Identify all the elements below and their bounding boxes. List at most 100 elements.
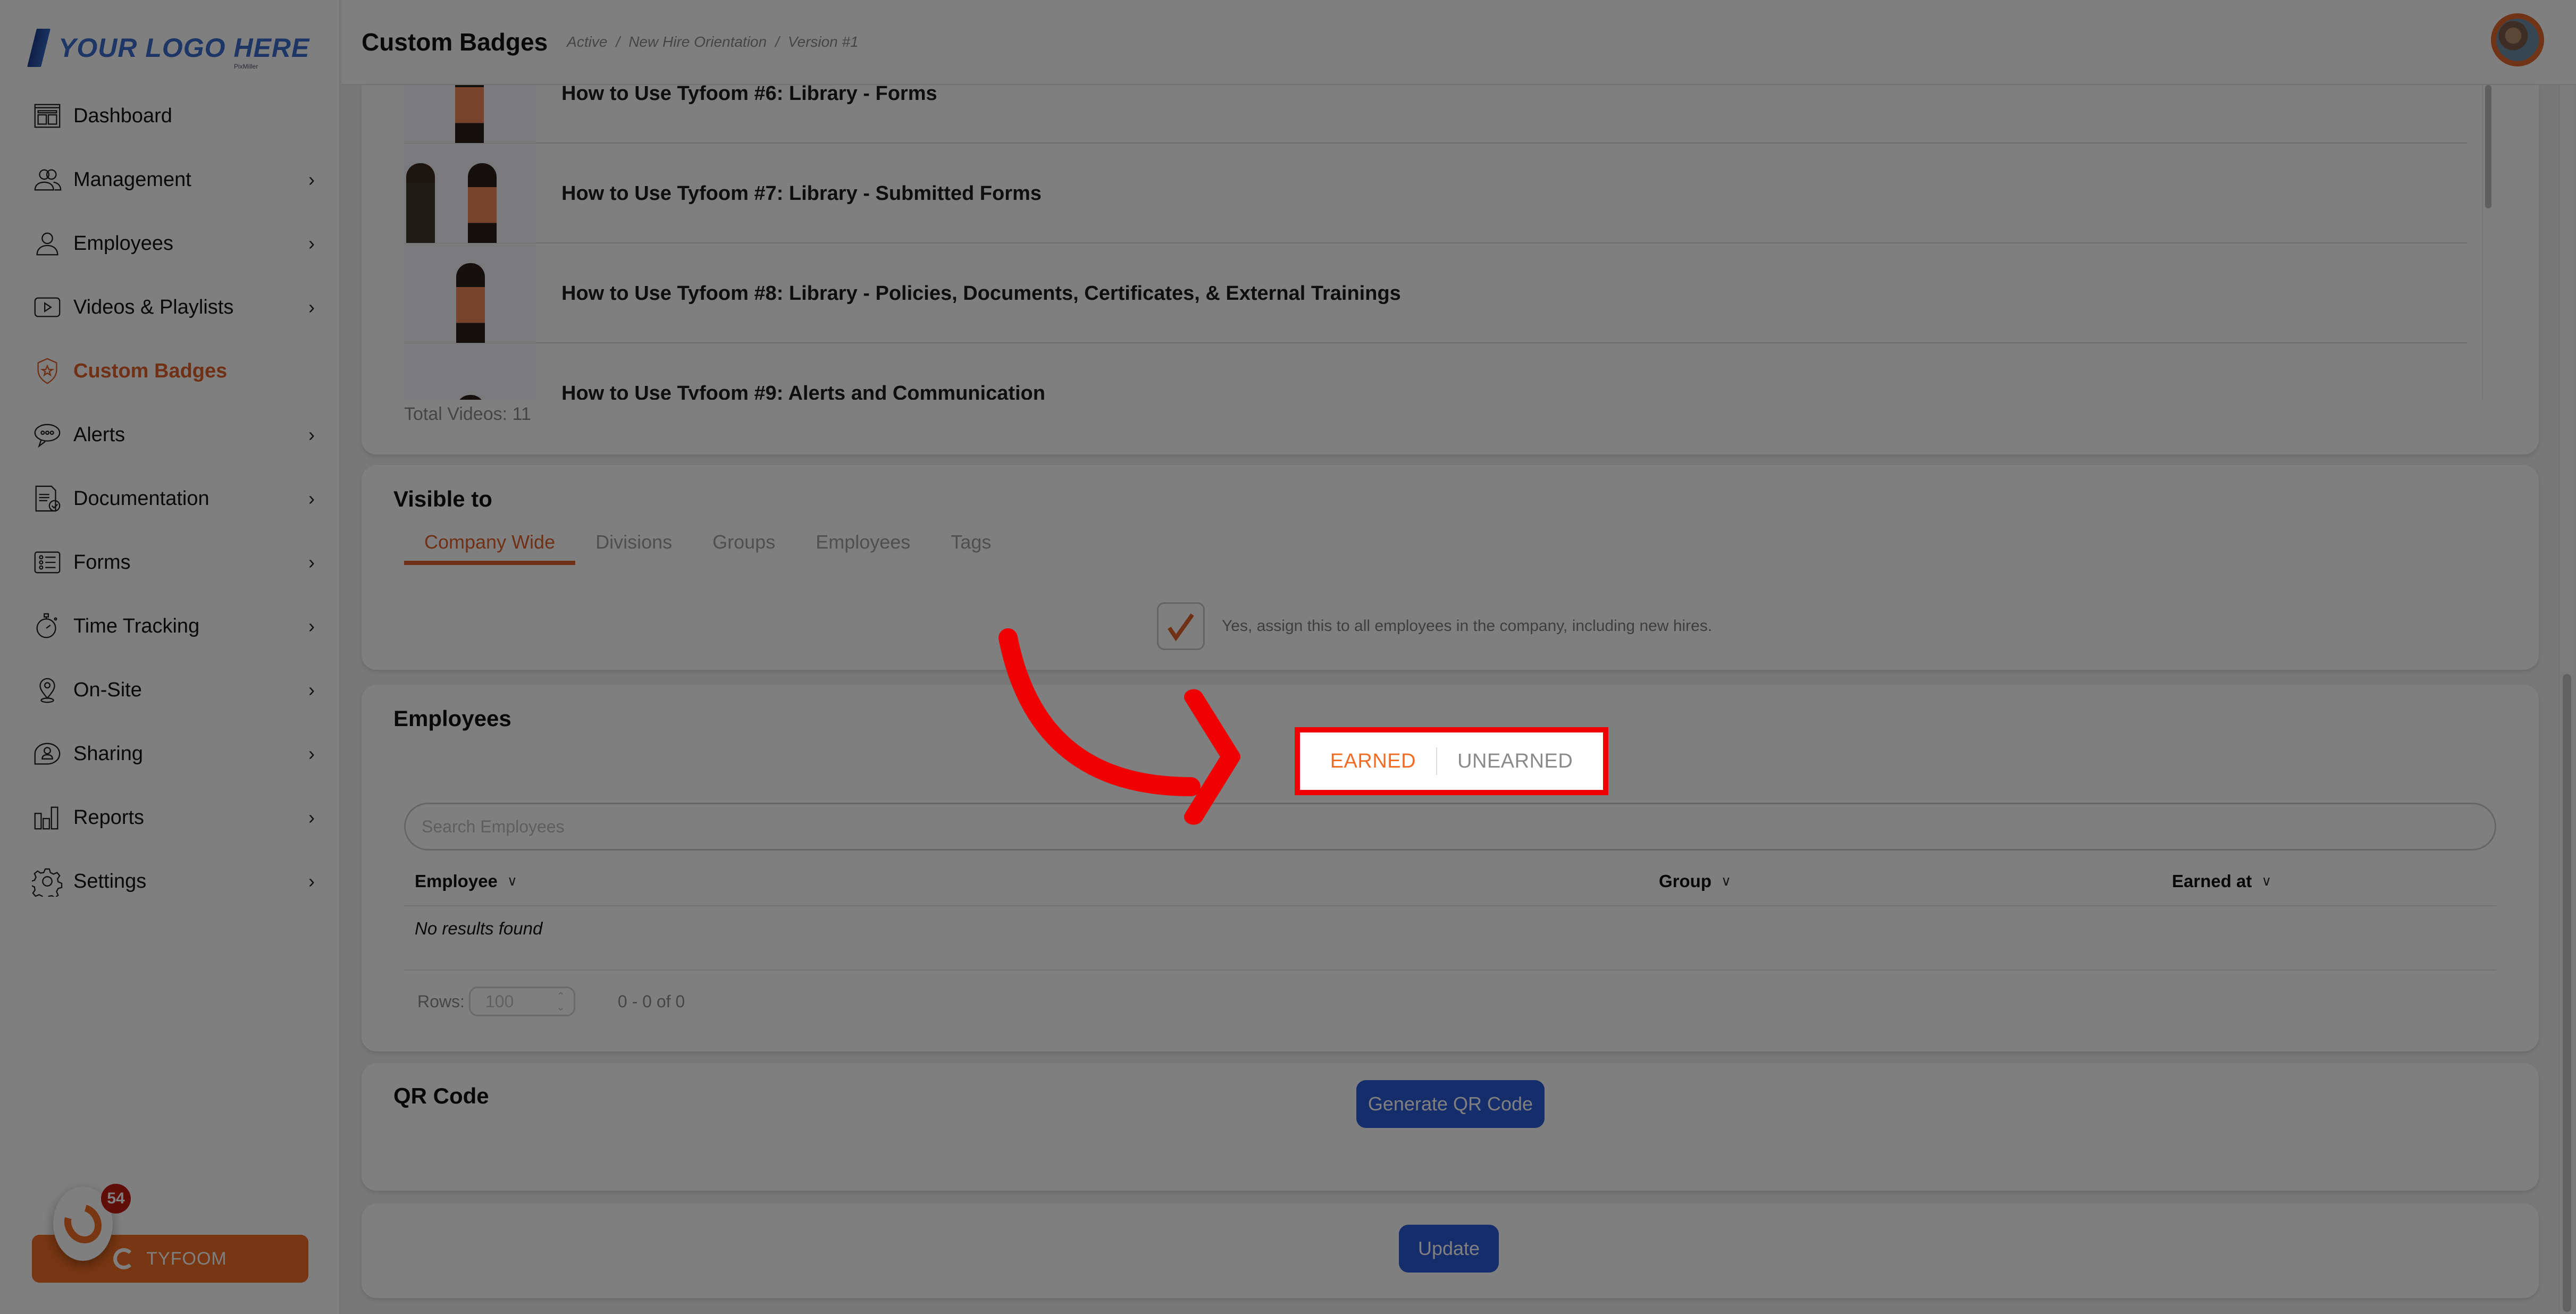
sidebar-item-label: Management <box>73 168 191 191</box>
breadcrumb: Active / New Hire Orientation / Version … <box>567 33 859 50</box>
video-title: How to Use Tyfoom #6: Library - Forms <box>561 85 937 105</box>
users-icon <box>31 163 64 196</box>
sidebar-item-label: Dashboard <box>73 104 172 127</box>
video-list-scrollbar[interactable] <box>2483 85 2494 400</box>
video-list-scroll-thumb[interactable] <box>2485 85 2491 208</box>
rows-per-page-value: 100 <box>485 991 514 1011</box>
table-header: Employee ∨ Group ∨ Earned at ∨ <box>404 856 2496 906</box>
empty-state-text: No results found <box>415 919 543 938</box>
column-header-group[interactable]: Group ∨ <box>1659 856 1731 906</box>
play-icon <box>31 291 64 324</box>
earned-toggle-highlight: EARNED UNEARNED <box>1295 727 1608 795</box>
column-label: Group <box>1659 871 1711 891</box>
tab-divisions[interactable]: Divisions <box>575 524 692 561</box>
sidebar-item-label: Forms <box>73 551 131 574</box>
sidebar-item-videos-playlists[interactable]: Videos & Playlists › <box>0 275 340 339</box>
document-check-icon <box>31 482 64 515</box>
chevron-right-icon: › <box>308 679 315 701</box>
video-list-item[interactable]: How to Use Tyfoom #8: Library - Policies… <box>404 244 2467 343</box>
column-header-earned-at[interactable]: Earned at ∨ <box>2172 856 2271 906</box>
logo-mark-icon <box>27 29 51 67</box>
assign-all-checkbox[interactable] <box>1157 602 1205 650</box>
breadcrumb-separator: / <box>616 33 620 50</box>
logo-text: YOUR LOGO HERE <box>58 33 310 63</box>
video-thumbnail <box>404 144 536 243</box>
video-title: How to Use Tyfoom #8: Library - Policies… <box>561 282 1401 305</box>
sidebar-item-label: Employees <box>73 232 173 255</box>
qr-code-card: QR Code Generate QR Code <box>362 1063 2539 1191</box>
shield-star-icon <box>31 355 64 388</box>
assign-all-row: Yes, assign this to all employees in the… <box>1157 602 1712 650</box>
chevron-right-icon: › <box>308 615 315 637</box>
breadcrumb-item-version[interactable]: Version #1 <box>788 33 859 50</box>
videos-card: How to Use Tyfoom #6: Library - Forms Ho… <box>362 85 2539 454</box>
sort-chevron-icon: ∨ <box>1721 873 1732 889</box>
sidebar-item-label: Sharing <box>73 742 143 765</box>
employees-title: Employees <box>393 706 511 731</box>
sidebar-item-label: Alerts <box>73 423 125 446</box>
video-thumbnail <box>404 344 536 400</box>
unearned-toggle-option[interactable]: UNEARNED <box>1437 750 1593 773</box>
sidebar-item-on-site[interactable]: On-Site › <box>0 658 340 722</box>
column-label: Employee <box>415 871 498 891</box>
pagination: Rows: 100 ⌃ ⌄ 0 - 0 of 0 <box>417 987 685 1016</box>
video-list-item[interactable]: How to Use Tyfoom #9: Alerts and Communi… <box>404 344 2467 400</box>
sidebar-item-management[interactable]: Management › <box>0 148 340 212</box>
sidebar-item-documentation[interactable]: Documentation › <box>0 467 340 530</box>
tab-employees[interactable]: Employees <box>795 524 930 561</box>
video-title: How to Use Tyfoom #7: Library - Submitte… <box>561 182 1042 205</box>
tyfoom-button-label: TYFOOM <box>146 1248 227 1269</box>
video-list-item[interactable]: How to Use Tyfoom #6: Library - Forms <box>404 85 2467 144</box>
sidebar-item-label: Reports <box>73 806 145 829</box>
company-logo[interactable]: YOUR LOGO HERE <box>27 21 310 74</box>
sidebar-item-forms[interactable]: Forms › <box>0 530 340 594</box>
chevron-right-icon: › <box>308 487 315 509</box>
sidebar-item-reports[interactable]: Reports › <box>0 786 340 849</box>
chevron-right-icon: › <box>308 296 315 318</box>
update-button[interactable]: Update <box>1399 1225 1499 1273</box>
sidebar-item-time-tracking[interactable]: Time Tracking › <box>0 594 340 658</box>
chevron-right-icon: › <box>308 551 315 573</box>
sidebar-item-sharing[interactable]: Sharing › <box>0 722 340 786</box>
visibility-tabs: Company Wide Divisions Groups Employees … <box>404 524 1011 565</box>
visible-to-title: Visible to <box>393 486 492 511</box>
sidebar-item-custom-badges[interactable]: Custom Badges <box>0 339 340 403</box>
update-card: Update <box>362 1203 2539 1298</box>
sidebar-item-settings[interactable]: Settings › <box>0 849 340 913</box>
tab-company-wide[interactable]: Company Wide <box>404 524 576 565</box>
chevron-right-icon: › <box>308 743 315 764</box>
sort-chevron-icon: ∨ <box>2261 873 2272 889</box>
page-scroll-thumb[interactable] <box>2563 674 2571 1312</box>
sidebar-item-employees[interactable]: Employees › <box>0 212 340 275</box>
user-icon <box>31 227 64 260</box>
notification-count-badge: 54 <box>101 1184 131 1214</box>
rows-per-page-select[interactable]: 100 ⌃ ⌄ <box>468 987 575 1016</box>
chevron-right-icon: › <box>308 232 315 254</box>
top-header: Custom Badges Active / New Hire Orientat… <box>341 0 2576 85</box>
sidebar-item-label: Videos & Playlists <box>73 296 234 318</box>
tab-tags[interactable]: Tags <box>930 524 1011 561</box>
tab-groups[interactable]: Groups <box>692 524 795 561</box>
sidebar-item-label: Settings <box>73 870 147 892</box>
sidebar-item-dashboard[interactable]: Dashboard <box>0 84 340 148</box>
logo-watermark: PixMiller <box>234 63 258 70</box>
total-videos-count: Total Videos: 11 <box>404 404 531 424</box>
breadcrumb-item-badge[interactable]: New Hire Orientation <box>628 33 767 50</box>
user-avatar[interactable] <box>2491 13 2544 66</box>
chevron-right-icon: › <box>308 424 315 445</box>
chat-bubble-icon <box>31 418 64 451</box>
stopwatch-icon <box>31 610 64 643</box>
page-scrollbar[interactable] <box>2558 85 2574 1314</box>
column-header-employee[interactable]: Employee ∨ <box>415 856 517 906</box>
location-pin-icon <box>31 673 64 706</box>
checkmark-icon <box>1168 613 1194 642</box>
sidebar-item-alerts[interactable]: Alerts › <box>0 403 340 467</box>
generate-qr-code-button[interactable]: Generate QR Code <box>1356 1080 1545 1128</box>
sidebar-nav: Dashboard Management › Employees › Video… <box>0 84 340 913</box>
visible-to-card: Visible to Company Wide Divisions Groups… <box>362 465 2539 670</box>
search-employees-input[interactable] <box>404 803 2496 850</box>
rows-label: Rows: <box>417 991 465 1011</box>
earned-toggle-option[interactable]: EARNED <box>1310 750 1436 773</box>
breadcrumb-item-status[interactable]: Active <box>567 33 607 50</box>
video-list-item[interactable]: How to Use Tyfoom #7: Library - Submitte… <box>404 144 2467 243</box>
